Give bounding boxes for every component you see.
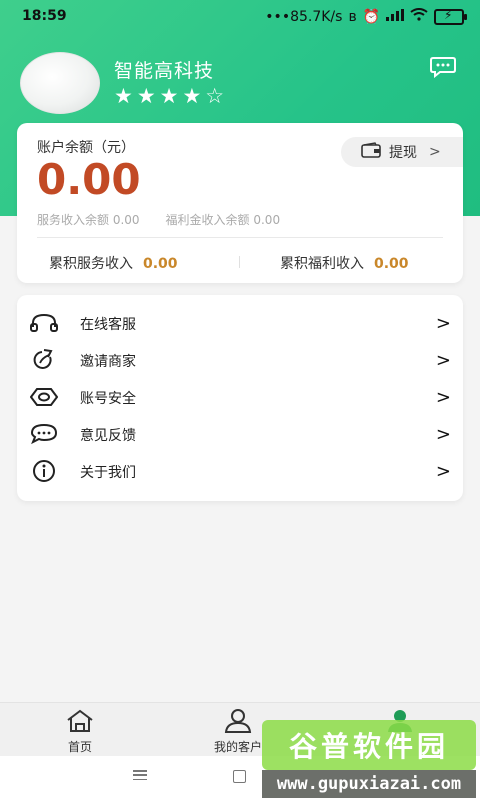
chevron-right-icon: >: [435, 350, 451, 371]
chevron-right-icon: >: [435, 387, 451, 408]
balance-amount: 0.00: [37, 155, 141, 204]
balance-card: 账户余额（元） 0.00 提现 > 服务收入余额 0.00 福利金收入余额 0.…: [17, 123, 463, 283]
bluetooth-icon: ʙ: [348, 8, 357, 25]
vertical-divider: [239, 256, 240, 268]
wifi-icon: [410, 8, 428, 25]
home-square-icon[interactable]: [233, 770, 246, 783]
welfare-income-balance: 福利金收入余额 0.00: [165, 213, 281, 227]
network-speed: •••85.7K/s: [265, 8, 343, 25]
menu-item-label: 意见反馈: [80, 427, 136, 444]
balance-label: 账户余额（元）: [37, 140, 135, 156]
nav-my-customers-label: 我的客户: [213, 740, 262, 754]
wallet-icon: [361, 142, 381, 162]
alarm-icon: ⏰: [362, 8, 380, 25]
status-icons: •••85.7K/s ʙ ⏰ ⚡: [265, 8, 467, 25]
sub-income-row: 服务收入余额 0.00 福利金收入余额 0.00: [37, 211, 280, 228]
info-icon: [30, 459, 58, 483]
chevron-right-icon: >: [435, 424, 451, 445]
watermark-url: www.gupuxiazai.com: [262, 770, 476, 798]
menu-item-feedback[interactable]: 意见反馈 >: [17, 416, 463, 453]
withdraw-button[interactable]: 提现 >: [341, 137, 463, 167]
rating-stars: ★★★★☆: [114, 84, 229, 108]
menu-item-label: 在线客服: [80, 316, 136, 333]
menu-item-about-us[interactable]: 关于我们 >: [17, 453, 463, 490]
menu-card: 在线客服 > 邀请商家 > 账号安全 > 意见反馈 > 关于我们 >: [17, 295, 463, 501]
status-bar: 18:59 •••85.7K/s ʙ ⏰ ⚡: [0, 0, 480, 34]
headset-icon: [30, 311, 58, 335]
signal-icon: [386, 8, 404, 25]
watermark-title: 谷普软件园: [262, 720, 476, 770]
menu-item-invite-merchant[interactable]: 邀请商家 >: [17, 342, 463, 379]
message-icon[interactable]: [430, 56, 456, 79]
accumulated-welfare-value: 0.00: [374, 256, 409, 272]
chevron-right-icon: >: [429, 144, 441, 160]
watermark: 谷普软件园 www.gupuxiazai.com: [262, 720, 476, 798]
recent-apps-icon[interactable]: [133, 770, 147, 780]
shield-hexagon-icon: [30, 385, 58, 409]
withdraw-label: 提现: [389, 145, 417, 161]
menu-item-label: 邀请商家: [80, 353, 136, 370]
nav-home-label: 首页: [67, 740, 92, 754]
accumulated-welfare: 累积福利收入 0.00: [280, 253, 409, 273]
share-refresh-icon: [30, 348, 58, 372]
accumulated-service-label: 累积服务收入: [49, 256, 133, 272]
chevron-right-icon: >: [435, 461, 451, 482]
nav-home[interactable]: 首页: [20, 709, 140, 755]
avatar[interactable]: [20, 52, 100, 114]
menu-item-account-security[interactable]: 账号安全 >: [17, 379, 463, 416]
user-icon: [223, 709, 253, 736]
chevron-right-icon: >: [435, 313, 451, 334]
menu-item-online-service[interactable]: 在线客服 >: [17, 305, 463, 342]
menu-item-label: 关于我们: [80, 464, 136, 481]
status-time: 18:59: [22, 8, 67, 24]
accumulated-service: 累积服务收入 0.00: [49, 253, 178, 273]
accumulated-service-value: 0.00: [143, 256, 178, 272]
company-name: 智能高科技: [114, 60, 215, 82]
service-income-balance: 服务收入余额 0.00: [37, 213, 140, 227]
home-icon: [65, 709, 95, 736]
chat-bubble-icon: [30, 422, 58, 446]
divider: [37, 237, 443, 238]
menu-item-label: 账号安全: [80, 390, 136, 407]
accumulated-welfare-label: 累积福利收入: [280, 256, 364, 272]
battery-charging-icon: ⚡: [434, 8, 467, 25]
